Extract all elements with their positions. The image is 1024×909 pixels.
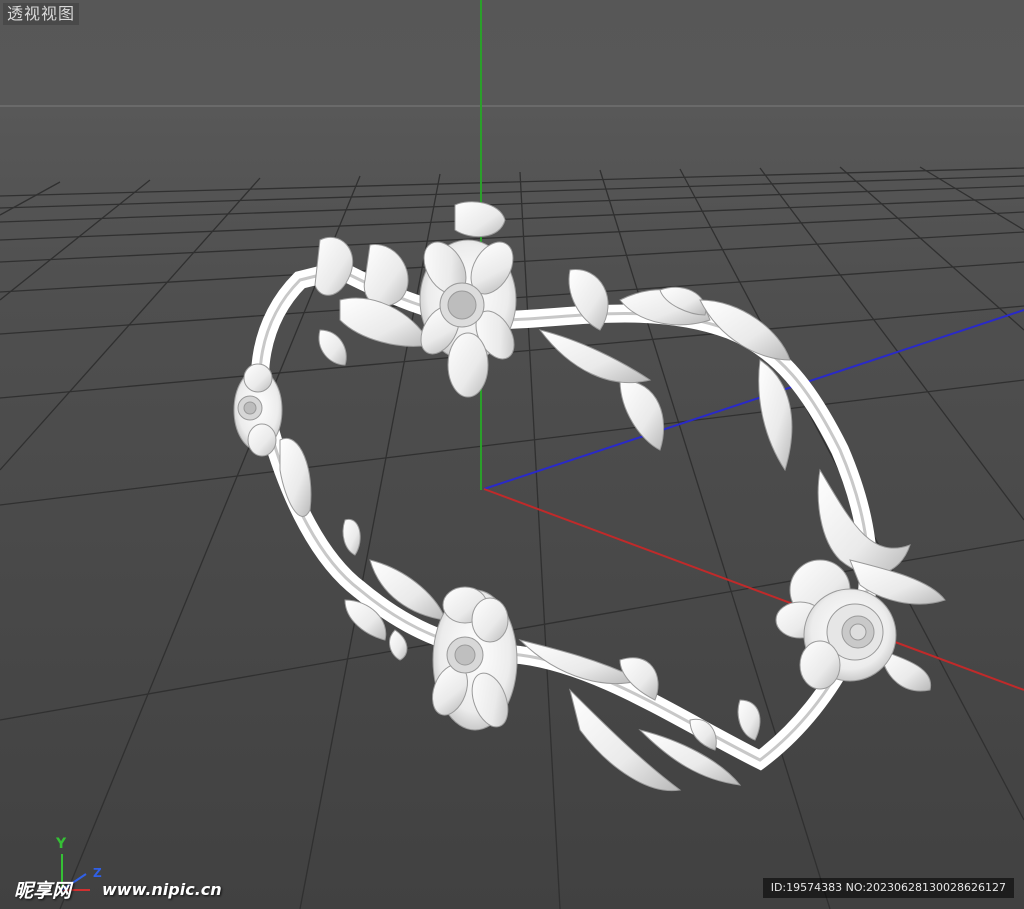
ornate-floral-frame-model [251, 237, 946, 792]
scene-canvas[interactable] [0, 0, 1024, 909]
viewport-title-label[interactable]: 透视视图 [3, 3, 80, 25]
widget-y-label: Y [56, 836, 67, 852]
left-flower [233, 363, 283, 457]
watermark-logo: 昵享网 [14, 880, 72, 902]
3d-viewport[interactable]: 透视视图 Y Z 昵享网 www.nipic.cn ID:19574383 NO… [0, 0, 1024, 909]
widget-z-label: Z [93, 866, 102, 880]
image-id-badge: ID:19574383 NO:20230628130028626127 [762, 878, 1014, 898]
watermark-url: www.nipic.cn [102, 880, 222, 899]
